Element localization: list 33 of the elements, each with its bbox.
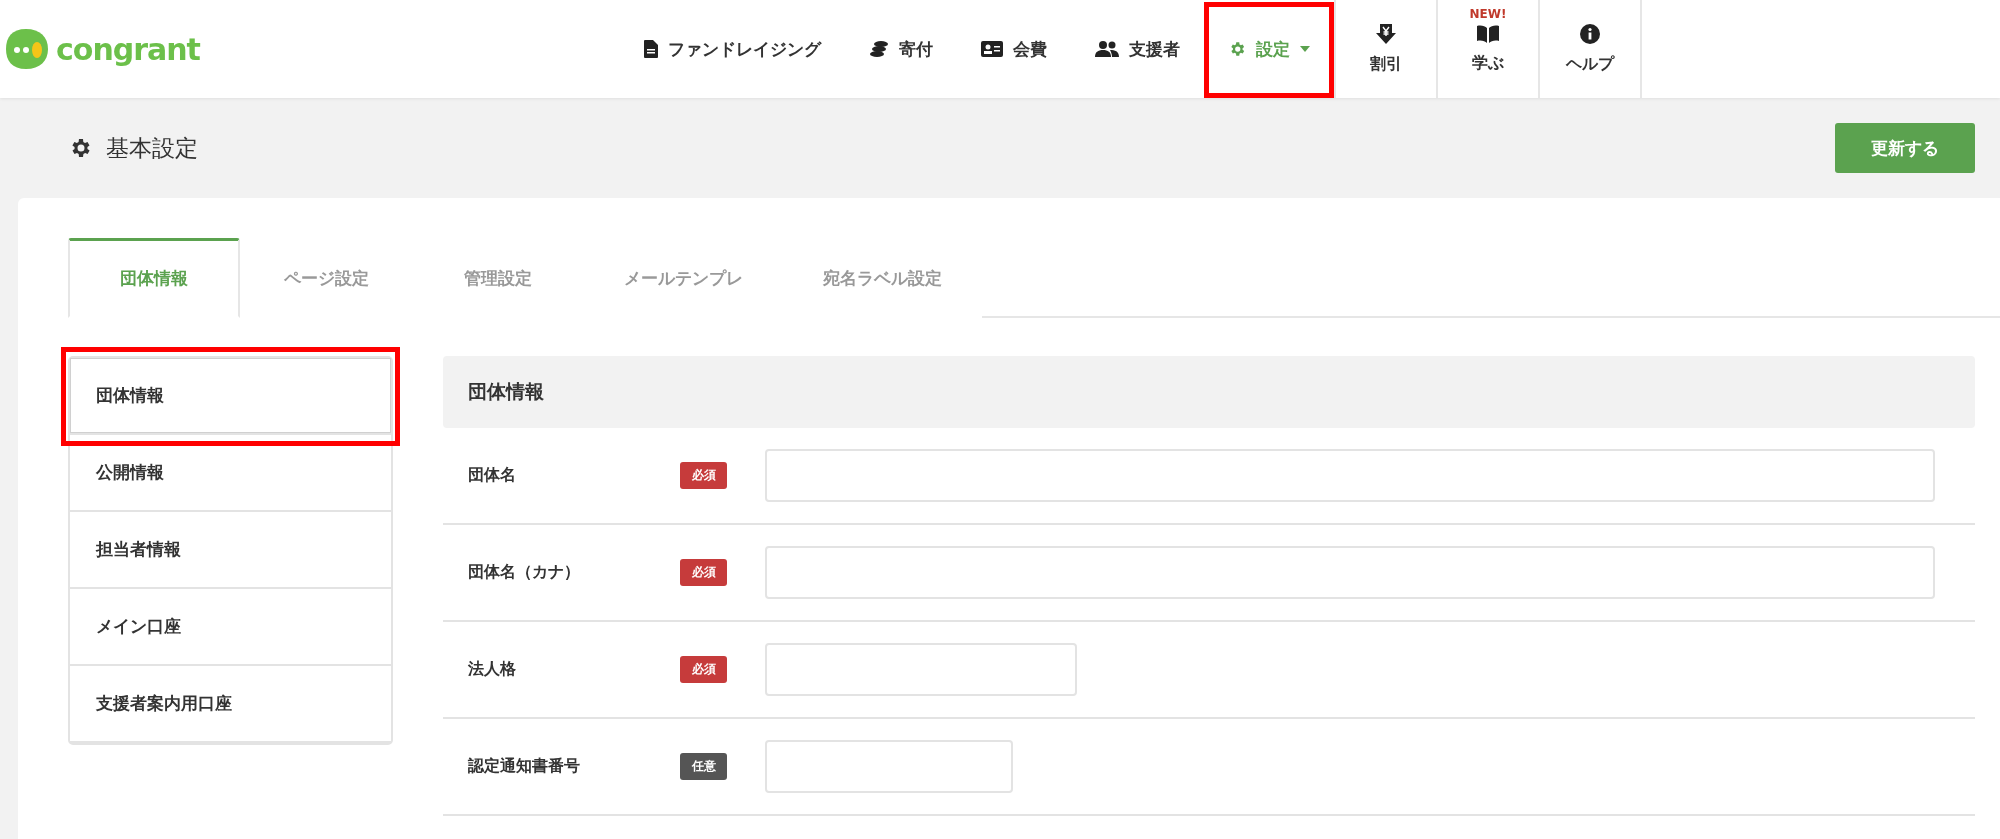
input-field[interactable] xyxy=(765,546,1935,599)
toolbar-link[interactable]: NEW! 学ぶ xyxy=(1436,0,1538,98)
document-icon xyxy=(644,40,658,58)
sidebar-item[interactable]: 団体情報 xyxy=(70,358,391,435)
input-field[interactable] xyxy=(765,643,1077,696)
field-label: 認定通知書番号 xyxy=(468,756,581,777)
id-card-icon xyxy=(981,41,1003,57)
page-title: 基本設定 xyxy=(106,133,198,163)
requirement-tag: 必須 xyxy=(680,656,727,683)
users-icon xyxy=(1095,41,1119,57)
nav-link[interactable]: 寄付 xyxy=(845,0,957,98)
brand-logo: congrant xyxy=(56,31,200,67)
coins-icon xyxy=(869,40,889,58)
info-icon xyxy=(1580,23,1600,44)
section-header: 団体情報 xyxy=(443,356,1975,428)
nav-link[interactable]: 会費 xyxy=(957,0,1071,98)
yen-arrow-icon xyxy=(1376,23,1396,44)
nav-link[interactable]: ファンドレイジング xyxy=(620,0,845,98)
book-icon xyxy=(1477,24,1499,43)
field-label: 団体名（カナ） xyxy=(468,562,581,583)
field-label: 法人格 xyxy=(468,659,517,680)
requirement-tag: 必須 xyxy=(680,462,727,489)
toolbar-link[interactable]: 割引 xyxy=(1334,0,1436,98)
input-field[interactable] xyxy=(765,449,1935,502)
toolbar-link[interactable]: ヘルプ xyxy=(1538,0,1640,98)
input-field[interactable] xyxy=(765,740,1013,793)
field-label: 団体名 xyxy=(468,465,517,486)
nav-link[interactable]: 支援者 xyxy=(1071,0,1204,98)
new-label: NEW! xyxy=(1469,7,1507,21)
logo-icon xyxy=(6,29,48,69)
requirement-tag: 必須 xyxy=(680,559,727,586)
requirement-tag: 任意 xyxy=(680,753,727,780)
caret-icon xyxy=(1300,46,1310,52)
